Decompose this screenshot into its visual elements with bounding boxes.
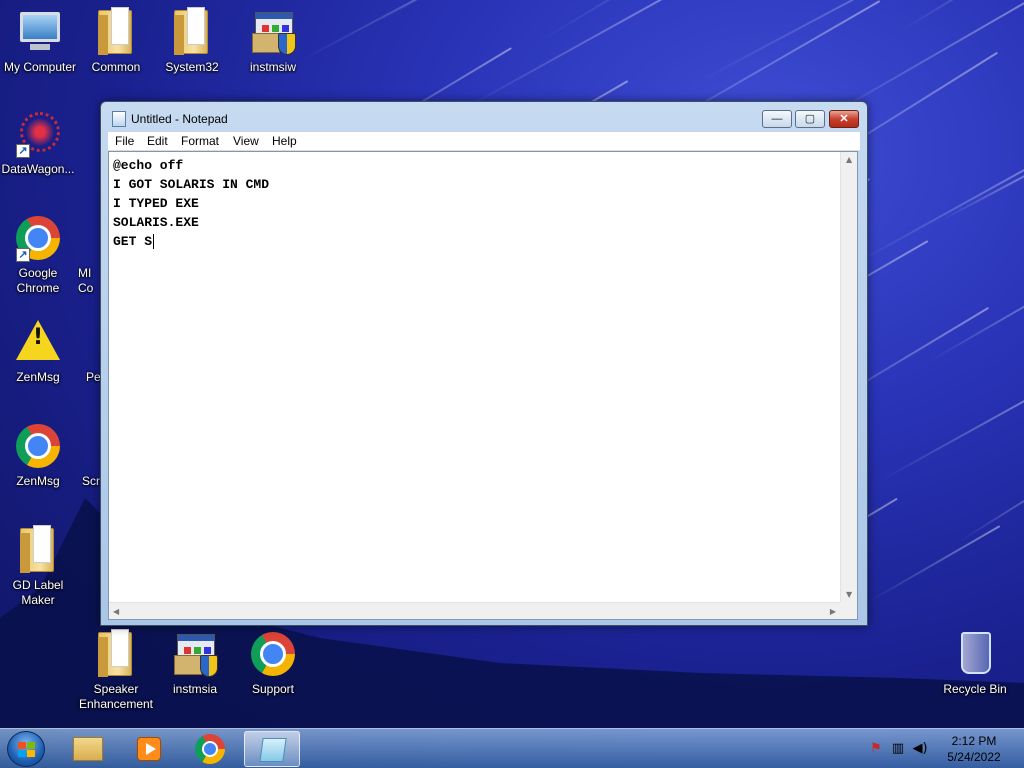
desktop-icon-common[interactable]: Common: [76, 7, 156, 75]
desktop-icon-speaker-enhancement[interactable]: Speaker Enhancement: [76, 629, 156, 712]
scroll-right-icon[interactable]: ▶: [830, 607, 836, 616]
horizontal-scrollbar[interactable]: ◀ ▶: [109, 602, 840, 619]
desktop-icon-label: System32: [165, 60, 219, 74]
taskbar-chrome-button[interactable]: [182, 731, 238, 767]
wallpaper-streak: [699, 0, 984, 82]
taskbar: ⚑ ▥ ◀) 2:12 PM 5/24/2022: [0, 728, 1024, 768]
desktop-icon-label: Google Chrome: [16, 266, 60, 295]
menu-help[interactable]: Help: [272, 134, 297, 148]
start-orb-icon[interactable]: [7, 731, 45, 767]
taskbar-explorer-button[interactable]: [58, 731, 114, 767]
wallpaper-streak: [859, 143, 1024, 262]
desktop-icon-label: ZenMsg: [16, 474, 60, 488]
desktop-icon-label: Common: [91, 60, 141, 74]
partial-icon-label: MI Co: [78, 266, 94, 295]
editor-line: GET S: [113, 234, 153, 249]
desktop-icon-zenmsg-chrome[interactable]: ZenMsg: [0, 422, 78, 489]
vertical-scrollbar[interactable]: ▲ ▼: [840, 152, 857, 602]
folder-icon: [20, 525, 54, 573]
size-grip[interactable]: [840, 602, 857, 619]
desktop-icon-label: GD Label Maker: [12, 578, 64, 607]
wallpaper-streak: [299, 0, 531, 62]
desktop-icon-label: Speaker Enhancement: [78, 682, 154, 711]
text-caret: [153, 234, 155, 250]
desktop-icon-my-computer[interactable]: My Computer: [0, 8, 80, 75]
partial-icon-label: Scr: [82, 474, 100, 488]
folder-icon: [174, 7, 208, 55]
desktop-icon-support[interactable]: Support: [233, 630, 313, 697]
shortcut-arrow-icon: ↗: [16, 248, 30, 262]
recycle-bin-icon: [961, 632, 991, 674]
menu-edit[interactable]: Edit: [147, 134, 168, 148]
desktop-icon-label: ZenMsg: [16, 370, 60, 384]
editor-line: I GOT SOLARIS IN CMD: [113, 177, 270, 192]
installer-icon: [174, 634, 218, 677]
notepad-icon: [259, 738, 287, 762]
editor-text[interactable]: @echo off I GOT SOLARIS IN CMD I TYPED EXE…: [113, 156, 837, 596]
explorer-icon: [73, 737, 103, 761]
wallpaper-streak: [899, 0, 1024, 32]
desktop-icon-zenmsg[interactable]: ! ZenMsg: [0, 318, 78, 385]
taskbar-media-player-button[interactable]: [120, 731, 176, 767]
taskbar-notepad-button[interactable]: [244, 731, 300, 767]
desktop-icon-datawagon[interactable]: ↗ DataWagon...: [0, 110, 78, 177]
network-icon[interactable]: ▥: [890, 741, 906, 757]
clock-date: 5/24/2022: [947, 750, 1001, 764]
chrome-icon: [16, 424, 60, 468]
menu-file[interactable]: File: [115, 134, 134, 148]
installer-icon: [252, 12, 296, 55]
text-editor[interactable]: @echo off I GOT SOLARIS IN CMD I TYPED EXE…: [108, 151, 858, 620]
chrome-icon: [251, 632, 295, 676]
desktop-icon-instmsia[interactable]: instmsia: [155, 630, 235, 697]
desktop-icon-label: DataWagon...: [1, 162, 75, 176]
menu-view[interactable]: View: [233, 134, 259, 148]
minimize-button[interactable]: —: [762, 110, 792, 128]
desktop-icon-label: Support: [251, 682, 295, 696]
close-button[interactable]: ✕: [829, 110, 859, 128]
desktop-icon-label: My Computer: [3, 60, 77, 74]
notepad-icon: [112, 111, 126, 127]
window-title: Untitled - Notepad: [131, 112, 228, 126]
editor-line: I TYPED EXE: [113, 196, 199, 211]
wallpaper-streak: [539, 0, 832, 42]
volume-icon[interactable]: ◀): [912, 741, 928, 757]
action-center-icon[interactable]: ⚑: [868, 741, 884, 757]
desktop-icon-system32[interactable]: System32: [152, 7, 232, 75]
desktop-icon-instmsiw[interactable]: instmsiw: [233, 8, 313, 75]
desktop-icon-google-chrome[interactable]: ↗ Google Chrome: [0, 214, 78, 296]
desktop-icon-label: instmsiw: [249, 60, 296, 74]
system-tray: ⚑ ▥ ◀): [860, 729, 936, 768]
editor-line: SOLARIS.EXE: [113, 215, 199, 230]
wallpaper-streak: [929, 280, 1024, 362]
scroll-up-icon[interactable]: ▲: [846, 155, 852, 164]
title-bar[interactable]: Untitled - Notepad — ▢ ✕: [101, 102, 867, 132]
scroll-down-icon[interactable]: ▼: [846, 590, 852, 599]
menu-bar: File Edit Format View Help: [108, 132, 860, 151]
media-player-icon: [137, 737, 161, 761]
shortcut-arrow-icon: ↗: [16, 144, 30, 158]
chrome-icon: [195, 734, 225, 764]
computer-icon: [20, 12, 60, 42]
clock-time: 2:12 PM: [951, 734, 997, 748]
desktop-icon-label: Recycle Bin: [943, 682, 1007, 696]
folder-icon: [98, 7, 132, 55]
maximize-button[interactable]: ▢: [795, 110, 825, 128]
taskbar-clock[interactable]: 2:12 PM 5/24/2022: [936, 733, 1012, 765]
desktop-icon-gd-label-maker[interactable]: GD Label Maker: [0, 525, 78, 608]
menu-format[interactable]: Format: [181, 134, 219, 148]
folder-icon: [98, 629, 132, 677]
partial-icon-label: Pe: [86, 370, 100, 384]
scroll-left-icon[interactable]: ◀: [113, 607, 119, 616]
notepad-window[interactable]: Untitled - Notepad — ▢ ✕ File Edit Forma…: [100, 101, 868, 626]
editor-line: @echo off: [113, 158, 184, 173]
desktop-icon-recycle-bin[interactable]: Recycle Bin: [935, 630, 1015, 697]
desktop-icon-label: instmsia: [172, 682, 217, 696]
